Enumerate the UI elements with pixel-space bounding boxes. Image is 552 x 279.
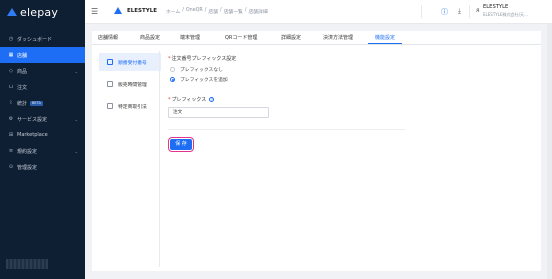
radio-add-prefix[interactable]: プレフィックスを追加 (170, 76, 228, 83)
clock-icon: ◷ (8, 36, 14, 42)
breadcrumb-item[interactable]: 店舗 (208, 8, 218, 15)
app-root: elepay ◷ ダッシュボード ▦ 店舗 ◇ 商品 ⌄ ⊔ 注文 ⌇ 統計 BETA ⚙ サービス設定 ⌄… (0, 0, 552, 279)
sidebar-item-label: Marketplace (17, 132, 48, 138)
prefix-label: *プレフィックス? (168, 96, 215, 103)
form-divider (168, 129, 405, 130)
prefix-label-text: プレフィックス (171, 97, 207, 103)
help-icon[interactable]: ? (209, 97, 215, 102)
required-mark: * (168, 97, 171, 103)
cart-icon: ⊔ (9, 84, 13, 90)
store-detail-tabs: 店舗情報 商品設定 端末管理 QRコード管理 詳細設定 決済方法管理 機能設定 (92, 31, 541, 45)
sidebar-item[interactable]: ⌇ 統計 BETA (0, 95, 85, 111)
radio-dot[interactable] (170, 67, 175, 72)
save-button[interactable]: 保 存 (168, 137, 194, 152)
breadcrumb-item[interactable]: OneQR (186, 8, 203, 15)
sidebar-item-label: 店舗 (17, 52, 28, 59)
receipt-icon (107, 59, 113, 65)
subnav-item[interactable]: 特定商取引法 (99, 97, 161, 115)
admin-icon: ⊙ (8, 164, 14, 170)
sidebar-item[interactable]: ⊙ 管理設定 (0, 159, 85, 175)
tab[interactable]: 機能設定 (375, 34, 395, 41)
tab[interactable]: 商品設定 (140, 34, 160, 41)
brand-logo-icon (114, 6, 123, 15)
sidebar-nav: ◷ ダッシュボード ▦ 店舗 ◇ 商品 ⌄ ⊔ 注文 ⌇ 統計 BETA ⚙ サービス設定 ⌄ ⊞ Market… (0, 31, 85, 175)
header-divider (421, 5, 422, 18)
grid-icon: ⊞ (8, 132, 14, 138)
chevron-down-icon: ⌄ (74, 148, 78, 154)
brand-name: ELESTYLE (127, 7, 157, 14)
active-tab-indicator (368, 43, 402, 44)
required-mark: * (168, 56, 171, 62)
chart-icon: ⌇ (9, 100, 13, 106)
beta-badge: BETA (30, 100, 43, 106)
chevron-down-icon: ⌄ (74, 68, 78, 74)
breadcrumb: ホーム / OneQR / 店舗 / 店舗一覧 / 店舗詳細 (166, 8, 268, 15)
logo-text: elepay (20, 5, 59, 19)
tab[interactable]: 店舗情報 (98, 34, 118, 41)
feature-settings-panel: 順番受付番号 販売時間管理 特定商取引法 *注文番号プレフィックス設定 プレフィック… (92, 45, 541, 271)
sidebar-item-label: サービス設定 (17, 116, 48, 123)
sidebar-item[interactable]: ⚙ サービス設定 ⌄ (0, 111, 85, 127)
page-scrollbar[interactable] (547, 24, 552, 279)
tab[interactable]: 詳細設定 (281, 34, 301, 41)
tag-icon: ◇ (9, 68, 13, 74)
logo-mark-icon (7, 7, 17, 17)
help-circle-icon[interactable]: ⓘ (441, 7, 448, 17)
tab[interactable]: 決済方法管理 (323, 34, 353, 41)
sidebar-item[interactable]: ◷ ダッシュボード (0, 31, 85, 47)
subnav-item-label: 特定商取引法 (118, 104, 147, 110)
radio-label: プレフィックスを追加 (180, 78, 228, 83)
subnav-divider (159, 51, 160, 267)
document-icon (107, 103, 113, 109)
chevron-down-icon: ⌄ (74, 116, 78, 122)
sidebar-item-label: ダッシュボード (17, 36, 53, 43)
user-org: ELESTYLE株式会社(天... (483, 12, 528, 17)
breadcrumb-separator: / (220, 8, 222, 13)
sidebar-item-label: 管理設定 (17, 164, 38, 171)
radio-dot[interactable] (170, 77, 175, 82)
menu-toggle-icon[interactable]: ☰ (91, 7, 98, 16)
sidebar-item[interactable]: ≡ 規約設定 ⌄ (0, 143, 85, 159)
breadcrumb-item[interactable]: 店舗一覧 (224, 8, 243, 15)
contract-icon: ≡ (8, 148, 14, 154)
sidebar-item-label: 統計 (17, 100, 28, 107)
feature-subnav: 順番受付番号 販売時間管理 特定商取引法 (99, 53, 161, 119)
subnav-item[interactable]: 順番受付番号 (99, 53, 161, 71)
sidebar-item[interactable]: ◇ 商品 ⌄ (0, 63, 85, 79)
breadcrumb-separator: / (244, 8, 247, 13)
elepay-logo[interactable]: elepay (7, 5, 58, 19)
download-icon[interactable]: ⤓ (458, 7, 461, 16)
breadcrumb-item[interactable]: ホーム (166, 8, 180, 15)
tab[interactable]: QRコード管理 (225, 34, 257, 41)
user-avatar-icon: ᴙ (476, 7, 480, 14)
sidebar-item[interactable]: ⊔ 注文 (0, 79, 85, 95)
prefix-setting-label-text: 注文番号プレフィックス設定 (171, 56, 237, 62)
sidebar-item-label: 規約設定 (17, 148, 38, 155)
calendar-icon (107, 81, 113, 87)
radio-label: プレフィックスなし (180, 68, 223, 73)
sidebar-item-label: 注文 (17, 84, 28, 91)
subnav-item-label: 販売時間管理 (118, 82, 147, 88)
sidebar-footer-redacted (6, 259, 48, 269)
tab[interactable]: 端末管理 (180, 34, 200, 41)
breadcrumb-item: 店舗詳細 (248, 10, 268, 15)
prefix-input[interactable]: 注文 (168, 107, 269, 118)
subnav-item[interactable]: 販売時間管理 (99, 75, 161, 93)
user-name: ELESTYLE (483, 4, 509, 10)
sidebar-item[interactable]: ▦ 店舗 (0, 47, 85, 63)
breadcrumb-separator: / (204, 8, 207, 13)
store-icon: ▦ (8, 52, 14, 58)
gear-icon: ⚙ (8, 116, 14, 122)
radio-no-prefix[interactable]: プレフィックスなし (170, 66, 223, 73)
brand[interactable]: ELESTYLE (114, 6, 157, 15)
sidebar: elepay ◷ ダッシュボード ▦ 店舗 ◇ 商品 ⌄ ⊔ 注文 ⌇ 統計 BETA ⚙ サービス設定 ⌄… (0, 0, 85, 279)
subnav-item-label: 順番受付番号 (118, 60, 147, 66)
header-divider (469, 5, 470, 18)
top-header: ☰ ELESTYLE ホーム / OneQR / 店舗 / 店舗一覧 / 店舗詳細 ⓘ ⤓ ᴙ … (85, 0, 552, 24)
sidebar-item[interactable]: ⊞ Marketplace (0, 127, 85, 143)
sidebar-item-label: 商品 (17, 68, 28, 75)
prefix-setting-label: *注文番号プレフィックス設定 (168, 55, 236, 62)
breadcrumb-separator: / (182, 8, 184, 13)
